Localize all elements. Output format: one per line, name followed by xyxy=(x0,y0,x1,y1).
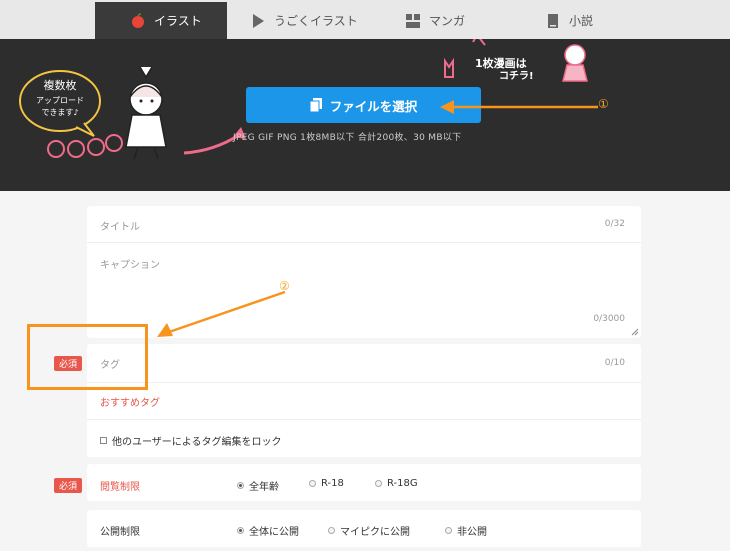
annotation-arrow-1 xyxy=(440,100,598,114)
radio-mypixiv[interactable]: マイピクに公開 xyxy=(328,523,410,538)
visibility-card: 公開制限 全体に公開 マイピクに公開 非公開 xyxy=(87,510,641,547)
tab-novel[interactable]: 小説 xyxy=(545,2,593,39)
select-file-label: ファイルを選択 xyxy=(329,98,418,114)
divider xyxy=(87,242,641,243)
radio-label: R-18G xyxy=(387,478,418,489)
title-input[interactable]: タイトル xyxy=(100,218,140,233)
work-type-tabs: イラスト うごくイラスト マンガ 小説 xyxy=(0,0,730,39)
caption-textarea[interactable]: キャプション xyxy=(100,256,160,271)
title-counter: 0/32 xyxy=(604,219,625,229)
radio-private[interactable]: 非公開 xyxy=(445,523,487,538)
tab-manga[interactable]: マンガ xyxy=(405,2,465,39)
svg-text:できます♪: できます♪ xyxy=(41,108,78,117)
play-icon xyxy=(250,13,266,29)
checkbox-box[interactable] xyxy=(100,437,107,444)
age-restriction-label: 閲覧制限 xyxy=(100,482,140,493)
radio-label: 全年齢 xyxy=(249,482,279,493)
upload-format-note: JPEG GIF PNG 1枚8MB以下 合計200枚、30 MB以下 xyxy=(233,133,462,143)
required-badge: 必須 xyxy=(54,478,82,493)
manga-callout-illustration: 1枚漫画は コチラ! xyxy=(444,39,588,82)
radio-all-ages[interactable]: 全年齢 xyxy=(237,478,279,493)
radio-label: マイピクに公開 xyxy=(340,527,410,538)
tag-card: タグ 0/10 おすすめタグ 他のユーザーによるタグ編集をロック xyxy=(87,344,641,457)
book-icon xyxy=(545,13,561,29)
svg-text:1枚漫画は: 1枚漫画は xyxy=(475,56,527,70)
radio-label: R-18 xyxy=(321,478,344,489)
age-restriction-card: 閲覧制限 全年齢 R-18 R-18G xyxy=(87,464,641,501)
radio-label: 全体に公開 xyxy=(249,527,299,538)
tab-label: マンガ xyxy=(429,14,466,28)
svg-text:コチラ!: コチラ! xyxy=(499,70,534,82)
mascot-illustration: 複数枚 アップロード できます♪ xyxy=(19,66,246,160)
svg-text:アップロード: アップロード xyxy=(36,96,84,105)
divider xyxy=(87,382,641,383)
divider xyxy=(87,419,641,420)
recommended-tags-link[interactable]: おすすめタグ xyxy=(100,394,160,409)
tab-label: 小説 xyxy=(569,14,594,28)
tab-label: イラスト xyxy=(154,14,202,28)
tab-illust[interactable]: イラスト xyxy=(95,2,227,39)
file-icon xyxy=(309,98,322,113)
caption-counter: 0/3000 xyxy=(593,314,625,324)
radio-button[interactable] xyxy=(237,527,244,534)
lock-tags-checkbox[interactable]: 他のユーザーによるタグ編集をロック xyxy=(100,433,282,448)
manga-panel-icon xyxy=(405,13,421,29)
tag-counter: 0/10 xyxy=(604,358,625,368)
svg-text:複数枚: 複数枚 xyxy=(44,78,77,92)
apple-icon xyxy=(130,12,146,29)
radio-button[interactable] xyxy=(237,482,244,489)
upload-header: 複数枚 アップロード できます♪ 1枚漫画は コチラ! ファイルを選択 JPEG xyxy=(0,39,730,191)
radio-label: 非公開 xyxy=(457,527,487,538)
radio-public[interactable]: 全体に公開 xyxy=(237,523,299,538)
radio-r18g[interactable]: R-18G xyxy=(375,478,418,489)
radio-r18[interactable]: R-18 xyxy=(309,478,344,489)
resize-handle-icon[interactable] xyxy=(631,328,639,336)
tab-label: うごくイラスト xyxy=(274,14,358,28)
lock-tags-label: 他のユーザーによるタグ編集をロック xyxy=(112,437,282,448)
tab-ugoira[interactable]: うごくイラスト xyxy=(250,2,358,39)
radio-button[interactable] xyxy=(309,480,316,487)
radio-button[interactable] xyxy=(445,527,452,534)
radio-button[interactable] xyxy=(328,527,335,534)
visibility-label: 公開制限 xyxy=(100,527,140,538)
annotation-arrow-2 xyxy=(157,290,286,337)
annotation-highlight-box xyxy=(27,324,148,390)
radio-button[interactable] xyxy=(375,480,382,487)
